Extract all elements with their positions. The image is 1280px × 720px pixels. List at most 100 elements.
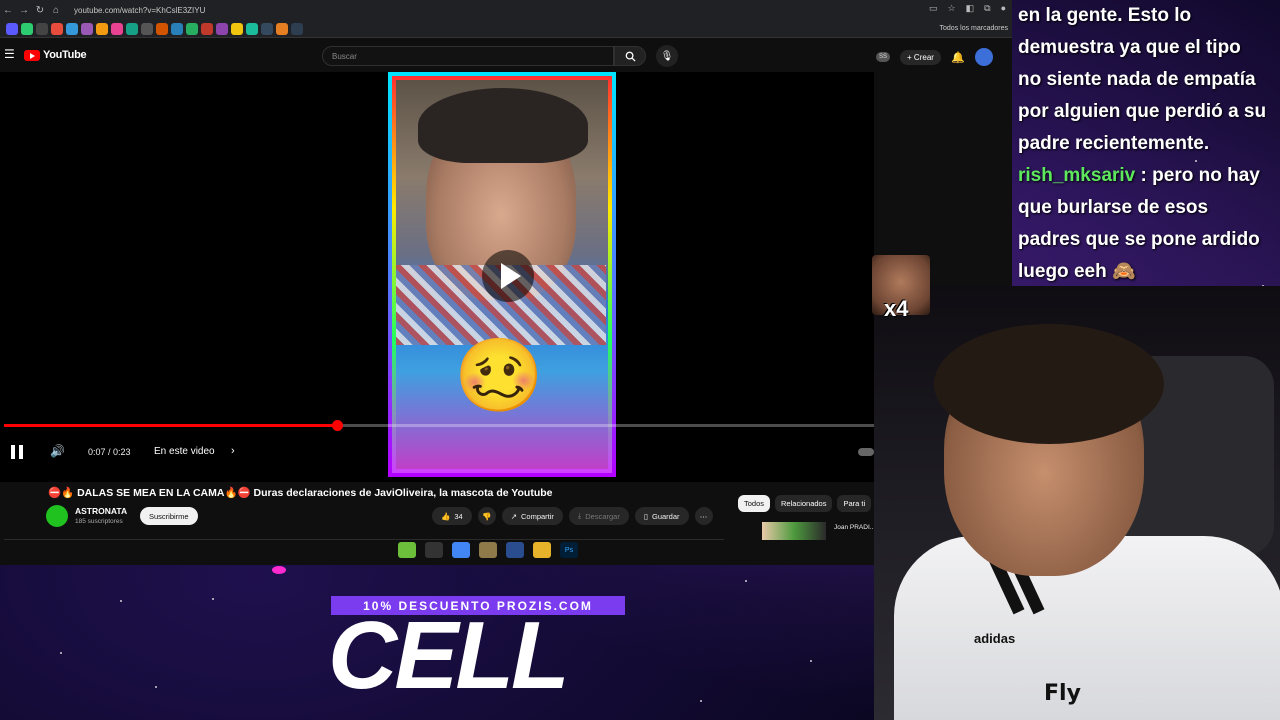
youtube-logo[interactable]: YouTube xyxy=(24,49,87,61)
bookmark-icon[interactable] xyxy=(231,22,243,35)
search-input[interactable]: Buscar xyxy=(322,46,614,66)
bookmark-icon[interactable] xyxy=(21,22,33,35)
channel-name[interactable]: ASTRONATA xyxy=(75,506,127,516)
bookmark-icon[interactable] xyxy=(111,22,123,35)
taskbar: Ps xyxy=(398,542,578,558)
chat-line: que burlarse de esos xyxy=(1018,197,1209,218)
bookmark-icon[interactable] xyxy=(126,22,138,35)
chat-line: por alguien que perdió a su xyxy=(1018,101,1267,122)
bookmark-icon[interactable] xyxy=(66,22,78,35)
avatar[interactable] xyxy=(974,48,993,66)
more-options-button[interactable]: ⋯ xyxy=(694,507,713,525)
video-content[interactable]: 🥴 xyxy=(396,80,608,469)
cast-icon[interactable]: ▭ xyxy=(929,3,938,14)
header-actions: SS + Crear 🔔 xyxy=(876,48,993,66)
jersey-text: Fly xyxy=(1044,681,1081,706)
progress-bar[interactable] xyxy=(4,420,874,431)
folder-icon[interactable] xyxy=(533,542,551,558)
chat-separator: : xyxy=(1135,165,1153,186)
bell-icon[interactable]: 🔔 xyxy=(951,51,965,64)
photoshop-icon[interactable]: Ps xyxy=(560,542,578,558)
create-label: Crear xyxy=(913,52,934,62)
download-button[interactable]: ⤓ Descargar xyxy=(568,507,629,525)
bookmark-icon[interactable] xyxy=(171,22,183,35)
chrome-icon[interactable] xyxy=(452,542,470,558)
video-title: ⛔🔥 DALAS SE MEA EN LA CAMA🔥⛔ Duras decla… xyxy=(48,487,553,499)
url-field[interactable]: youtube.com/watch?v=KhCslE3ZIYU xyxy=(74,6,205,15)
bookmarks-bar: Todos los marcadores xyxy=(0,20,1012,38)
pink-nebula-dot xyxy=(272,566,286,574)
volume-icon[interactable]: 🔊 xyxy=(50,444,65,458)
menu-icon[interactable]: ☰ xyxy=(4,47,15,61)
youtube-play-icon xyxy=(24,49,40,61)
search-button[interactable] xyxy=(614,46,646,66)
chat-line: padres que se pone ardido xyxy=(1018,229,1260,250)
chat-username: rish_mksariv xyxy=(1018,165,1136,186)
woozy-face-emoji: 🥴 xyxy=(454,336,544,416)
app-icon[interactable] xyxy=(506,542,524,558)
video-actions: 👍 34 👎 ↗ Compartir ⤓ Descargar ▯ Guardar ⋯ xyxy=(432,507,713,525)
bookmark-icon[interactable] xyxy=(186,22,198,35)
video-player[interactable]: 🥴 xyxy=(0,72,874,482)
bookmark-icon[interactable] xyxy=(201,22,213,35)
browser-toolbar-right: ▭ ☆ ◧ ⧉ ● xyxy=(929,3,1006,14)
bookmark-icon[interactable] xyxy=(51,22,63,35)
chip-all[interactable]: Todos xyxy=(738,495,771,512)
time-display: 0:07 / 0:23 xyxy=(88,447,131,457)
chapter-button[interactable]: En este video xyxy=(154,446,215,457)
bookmark-icon[interactable] xyxy=(6,22,18,35)
forward-icon[interactable]: → xyxy=(16,5,32,16)
create-button[interactable]: + Crear xyxy=(900,49,941,65)
channel-avatar[interactable] xyxy=(46,505,68,527)
reload-icon[interactable]: ↻ xyxy=(32,5,48,16)
chat-line: en la gente. Esto lo xyxy=(1018,5,1192,26)
bookmark-icon[interactable] xyxy=(246,22,258,35)
recommended-thumbnail[interactable] xyxy=(762,522,826,540)
bookmark-icon[interactable] xyxy=(156,22,168,35)
extensions-puzzle-icon[interactable]: ⧉ xyxy=(984,3,990,14)
subscriber-count: 185 suscriptores xyxy=(75,518,123,525)
play-icon[interactable] xyxy=(482,250,534,302)
app-icon[interactable] xyxy=(479,542,497,558)
bookmark-icon[interactable] xyxy=(216,22,228,35)
chip-related[interactable]: Relacionados xyxy=(775,495,833,512)
home-icon[interactable]: ⌂ xyxy=(48,5,64,16)
bookmark-icon[interactable] xyxy=(141,22,153,35)
obs-app-icon[interactable] xyxy=(425,542,443,558)
stream-chat: en la gente. Esto lo demuestra ya que el… xyxy=(1014,0,1280,286)
android-app-icon[interactable] xyxy=(398,542,416,558)
bookmark-star-icon[interactable]: ☆ xyxy=(948,3,956,14)
bookmark-icon[interactable] xyxy=(276,22,288,35)
bookmark-icon[interactable] xyxy=(81,22,93,35)
thumbs-down-icon: 👎 xyxy=(482,511,492,521)
streamer-hair xyxy=(934,324,1164,444)
bookmark-icon[interactable] xyxy=(291,22,303,35)
back-icon[interactable]: ← xyxy=(0,5,16,16)
like-count: 34 xyxy=(454,511,463,521)
webcam-feed: adidas Fly xyxy=(874,286,1280,720)
extension-icon[interactable]: ◧ xyxy=(966,3,975,14)
share-icon: ↗ xyxy=(510,511,517,521)
like-button[interactable]: 👍 34 xyxy=(432,507,472,525)
save-button[interactable]: ▯ Guardar xyxy=(634,507,689,525)
progress-fill xyxy=(4,424,338,427)
ss-badge[interactable]: SS xyxy=(876,52,891,62)
download-icon: ⤓ xyxy=(577,511,582,520)
chat-line: demuestra ya que el tipo xyxy=(1018,37,1241,58)
youtube-header: ☰ YouTube Buscar 🎙 SS + Crear 🔔 xyxy=(0,38,1012,72)
bookmark-icon[interactable] xyxy=(96,22,108,35)
pause-icon[interactable] xyxy=(11,445,23,459)
mic-icon[interactable]: 🎙 xyxy=(656,45,678,67)
autoplay-toggle[interactable] xyxy=(858,448,874,456)
chevron-right-icon[interactable]: › xyxy=(231,445,235,457)
bookmark-icon[interactable] xyxy=(36,22,48,35)
share-button[interactable]: ↗ Compartir xyxy=(501,507,563,525)
chat-message: rish_mksariv : pero no hay xyxy=(1018,160,1276,192)
profile-icon[interactable]: ● xyxy=(1001,3,1006,14)
recommended-title[interactable]: Joan PRADI... BOCA a TOD... xyxy=(834,524,874,532)
bookmark-icon[interactable] xyxy=(261,22,273,35)
subscribe-button[interactable]: Suscribirme xyxy=(140,507,198,525)
all-bookmarks-folder[interactable]: Todos los marcadores xyxy=(940,25,1012,32)
dislike-button[interactable]: 👎 xyxy=(477,507,496,525)
chip-for-you[interactable]: Para ti xyxy=(837,495,872,512)
